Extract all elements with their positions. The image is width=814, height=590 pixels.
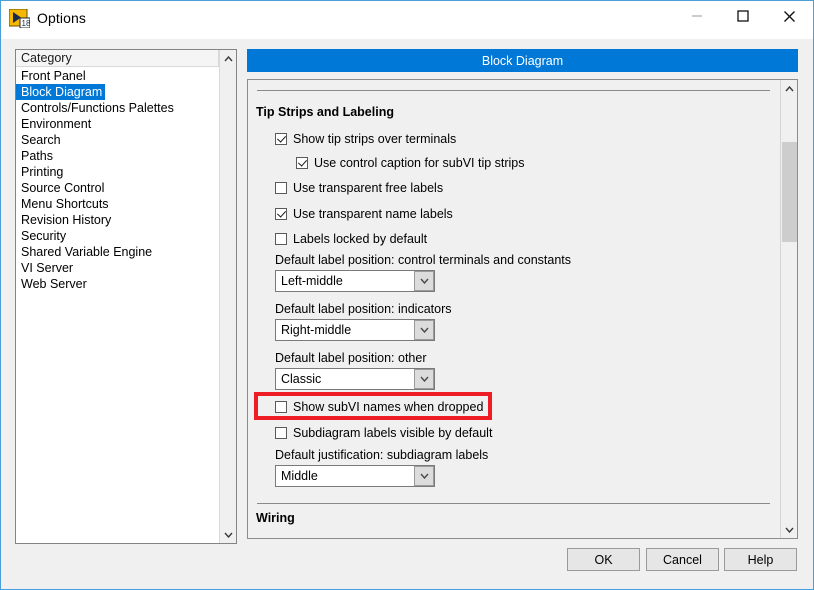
label-default-justification-subdiagram-labels: Default justification: subdiagram labels — [275, 448, 489, 462]
section-title-tip-strips: Tip Strips and Labeling — [256, 105, 394, 119]
dropdown-default-label-position-control-terminals[interactable]: Left-middle — [275, 270, 435, 292]
dropdown-default-label-position-indicators[interactable]: Right-middle — [275, 319, 435, 341]
close-icon[interactable] — [766, 1, 812, 31]
category-item-web-server[interactable]: Web Server — [16, 276, 87, 292]
cancel-button[interactable]: Cancel — [646, 548, 719, 571]
list-item: Search — [16, 132, 219, 148]
category-item-environment[interactable]: Environment — [16, 116, 91, 132]
scrollbar-thumb[interactable] — [782, 142, 797, 242]
dropdown-default-label-position-other[interactable]: Classic — [275, 368, 435, 390]
list-item: Front Panel — [16, 68, 219, 84]
section-divider-wiring — [257, 503, 770, 504]
category-item-source-control[interactable]: Source Control — [16, 180, 104, 196]
checkbox-box[interactable] — [275, 182, 287, 194]
category-item-block-diagram[interactable]: Block Diagram — [16, 84, 106, 100]
title-bar: 18 Options — [1, 1, 813, 39]
maximize-icon[interactable] — [720, 1, 766, 31]
checkbox-box[interactable] — [275, 401, 287, 413]
help-button[interactable]: Help — [724, 548, 797, 571]
checkbox-label: Use transparent name labels — [293, 207, 453, 221]
list-item: Block Diagram — [16, 84, 219, 100]
label-default-label-position-indicators: Default label position: indicators — [275, 302, 452, 316]
category-list-panel: Category Front Panel Block Diagram Contr… — [15, 49, 237, 544]
minimize-icon[interactable] — [674, 1, 720, 31]
checkbox-label: Show subVI names when dropped — [293, 400, 484, 414]
checkbox-label: Subdiagram labels visible by default — [293, 426, 493, 440]
label-default-label-position-control-terminals: Default label position: control terminal… — [275, 253, 571, 267]
dropdown-value: Classic — [281, 372, 322, 386]
category-item-front-panel[interactable]: Front Panel — [16, 68, 86, 84]
checkbox-box[interactable] — [275, 208, 287, 220]
category-item-vi-server[interactable]: VI Server — [16, 260, 73, 276]
category-item-list[interactable]: Front Panel Block Diagram Controls/Funct… — [16, 68, 219, 543]
checkbox-box[interactable] — [275, 133, 287, 145]
list-item: Shared Variable Engine — [16, 244, 219, 260]
chevron-down-icon[interactable] — [414, 369, 434, 389]
checkbox-label: Show tip strips over terminals — [293, 132, 457, 146]
list-item: Web Server — [16, 276, 219, 292]
list-item: Source Control — [16, 180, 219, 196]
options-content-panel: Tip Strips and Labeling Show tip strips … — [247, 79, 798, 539]
section-divider-top — [257, 90, 770, 91]
list-item: Controls/Functions Palettes — [16, 100, 219, 116]
label-default-label-position-other: Default label position: other — [275, 351, 427, 365]
list-item: Environment — [16, 116, 219, 132]
list-item: Security — [16, 228, 219, 244]
dropdown-value: Right-middle — [281, 323, 352, 337]
category-item-paths[interactable]: Paths — [16, 148, 53, 164]
scroll-down-icon[interactable] — [220, 526, 236, 543]
list-item: Paths — [16, 148, 219, 164]
list-item: Printing — [16, 164, 219, 180]
dropdown-default-justification-subdiagram-labels[interactable]: Middle — [275, 465, 435, 487]
labview-options-icon: 18 — [8, 8, 31, 29]
list-item: Revision History — [16, 212, 219, 228]
checkbox-label: Use control caption for subVI tip strips — [314, 156, 525, 170]
category-item-printing[interactable]: Printing — [16, 164, 63, 180]
options-dialog-window: 18 Options Category Front Panel Block Di… — [0, 0, 814, 590]
category-list-scrollbar[interactable] — [219, 50, 236, 543]
scroll-up-icon[interactable] — [781, 80, 797, 97]
checkbox-label: Use transparent free labels — [293, 181, 444, 195]
checkbox-subdiagram-labels-visible-by-default[interactable]: Subdiagram labels visible by default — [275, 426, 492, 440]
section-banner: Block Diagram — [247, 49, 798, 72]
checkbox-box[interactable] — [296, 157, 308, 169]
list-item: VI Server — [16, 260, 219, 276]
dropdown-value: Left-middle — [281, 274, 343, 288]
list-item: Menu Shortcuts — [16, 196, 219, 212]
checkbox-use-transparent-name-labels[interactable]: Use transparent name labels — [275, 207, 453, 221]
category-item-controls-functions-palettes[interactable]: Controls/Functions Palettes — [16, 100, 174, 116]
category-item-search[interactable]: Search — [16, 132, 61, 148]
category-item-menu-shortcuts[interactable]: Menu Shortcuts — [16, 196, 109, 212]
category-item-revision-history[interactable]: Revision History — [16, 212, 111, 228]
chevron-down-icon[interactable] — [414, 466, 434, 486]
dropdown-value: Middle — [281, 469, 318, 483]
checkbox-show-tip-strips-over-terminals[interactable]: Show tip strips over terminals — [275, 132, 456, 146]
category-item-security[interactable]: Security — [16, 228, 66, 244]
options-content-inner: Tip Strips and Labeling Show tip strips … — [248, 80, 779, 538]
ok-button[interactable]: OK — [567, 548, 640, 571]
checkbox-labels-locked-by-default[interactable]: Labels locked by default — [275, 232, 427, 246]
section-title-wiring: Wiring — [256, 511, 295, 525]
chevron-down-icon[interactable] — [414, 271, 434, 291]
scroll-down-icon[interactable] — [781, 521, 797, 538]
checkbox-use-control-caption-for-subvi-tip-strips[interactable]: Use control caption for subVI tip strips — [296, 156, 525, 170]
checkbox-show-subvi-names-when-dropped[interactable]: Show subVI names when dropped — [275, 400, 483, 414]
category-column-header: Category — [16, 50, 219, 67]
window-title: Options — [37, 10, 86, 26]
checkbox-label: Labels locked by default — [293, 232, 428, 246]
content-scrollbar[interactable] — [780, 80, 797, 538]
checkbox-use-transparent-free-labels[interactable]: Use transparent free labels — [275, 181, 443, 195]
category-item-shared-variable-engine[interactable]: Shared Variable Engine — [16, 244, 152, 260]
checkbox-box[interactable] — [275, 427, 287, 439]
scroll-up-icon[interactable] — [220, 50, 236, 67]
svg-text:18: 18 — [22, 19, 31, 28]
chevron-down-icon[interactable] — [414, 320, 434, 340]
checkbox-box[interactable] — [275, 233, 287, 245]
